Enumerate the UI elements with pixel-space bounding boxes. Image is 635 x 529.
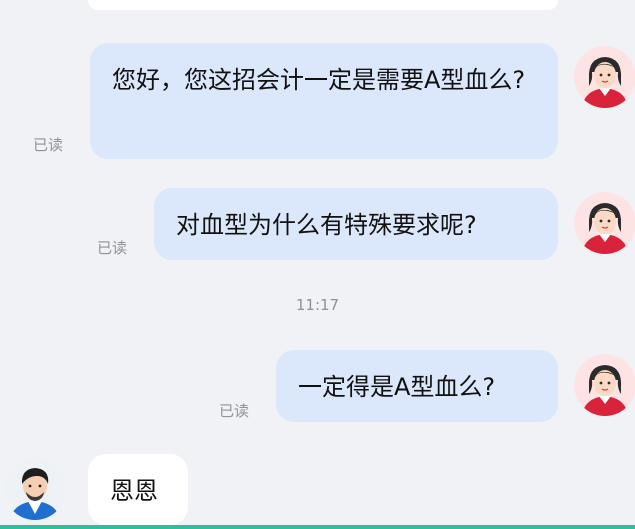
message-bubble-3[interactable]: 一定得是A型血么? (276, 350, 558, 422)
male-avatar-icon[interactable] (4, 458, 66, 520)
message-text-4: 恩恩 (110, 477, 158, 505)
read-status-3: 已读 (219, 402, 250, 420)
input-area-divider (0, 525, 635, 529)
message-bubble-1[interactable]: 您好，您这招会计一定是需要A型血么? (90, 43, 558, 159)
female-avatar-icon[interactable] (574, 46, 635, 108)
message-text-3: 一定得是A型血么? (298, 373, 496, 401)
female-avatar-icon[interactable] (574, 192, 635, 254)
message-text-1: 您好，您这招会计一定是需要A型血么? (112, 66, 526, 94)
previous-message-bubble-edge (88, 0, 558, 10)
message-timestamp: 11:17 (295, 296, 340, 314)
read-status-2: 已读 (97, 239, 128, 257)
message-bubble-4[interactable]: 恩恩 (88, 454, 188, 525)
message-bubble-2[interactable]: 对血型为什么有特殊要求呢? (154, 188, 558, 260)
chat-area: 您好，您这招会计一定是需要A型血么? 已读 对血型为什么有特殊要求呢? 已读 1… (0, 0, 635, 529)
female-avatar-icon[interactable] (574, 354, 635, 416)
read-status-1: 已读 (33, 136, 64, 154)
message-text-2: 对血型为什么有特殊要求呢? (176, 211, 477, 239)
